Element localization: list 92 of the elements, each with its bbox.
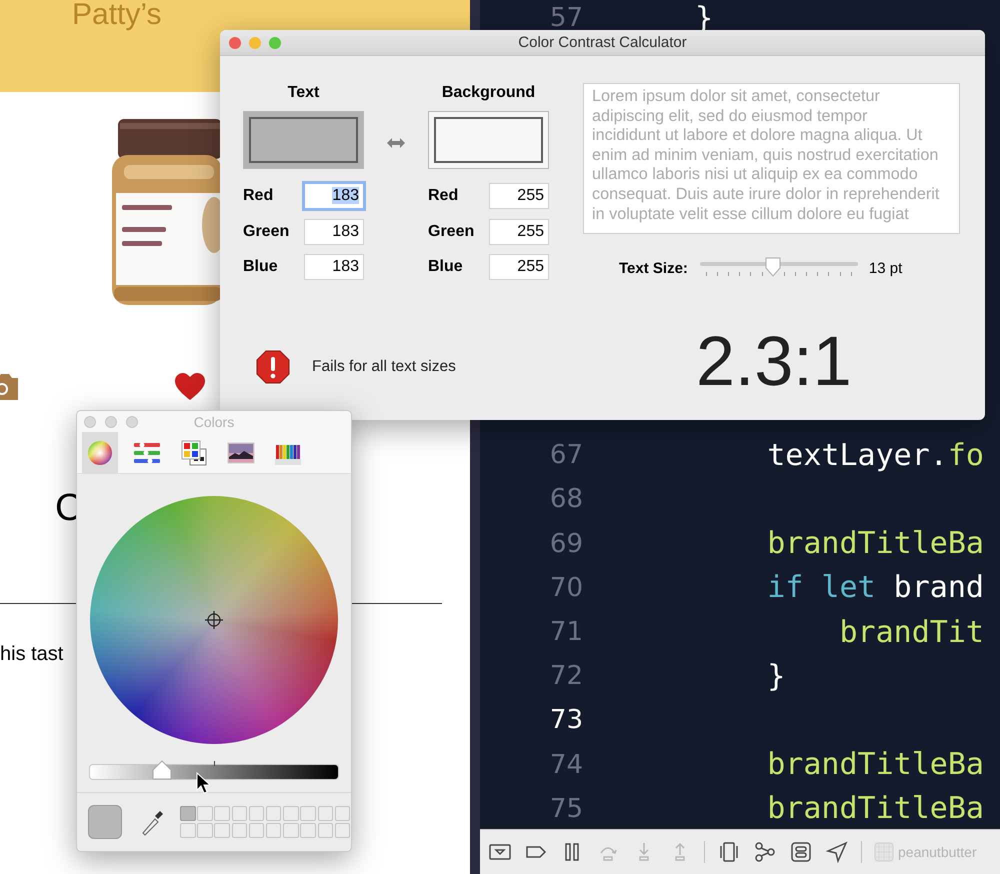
swatch[interactable] bbox=[318, 806, 333, 822]
field-label: Red bbox=[428, 187, 458, 205]
value-field[interactable]: 183 bbox=[304, 183, 364, 209]
swatch[interactable] bbox=[300, 806, 316, 822]
swatch[interactable] bbox=[232, 822, 248, 838]
field-label: Green bbox=[243, 222, 290, 240]
brand-title: Patty’s bbox=[71, 0, 162, 30]
body-text: his tast bbox=[0, 642, 64, 667]
sample-text-line: ullamco laboris nisi ut aliquip ex ea commodo bbox=[592, 165, 918, 185]
code-line: if let brand bbox=[766, 570, 984, 606]
line-number: 73 bbox=[548, 705, 583, 736]
crosshair-icon bbox=[204, 610, 224, 630]
toggles-icon[interactable] bbox=[789, 840, 813, 864]
swatch[interactable] bbox=[300, 822, 316, 838]
zoom-button[interactable] bbox=[269, 36, 281, 48]
swatch[interactable] bbox=[283, 806, 299, 822]
sample-text-line: in voluptate velit esse cillum dolore eu fugiat bbox=[592, 204, 909, 224]
column-heading: Text bbox=[288, 83, 320, 103]
swatch[interactable] bbox=[248, 806, 264, 822]
error-icon bbox=[256, 350, 290, 384]
line-number: 75 bbox=[548, 794, 583, 824]
swatch[interactable] bbox=[214, 822, 230, 838]
swatch[interactable] bbox=[180, 806, 196, 822]
close-button[interactable] bbox=[229, 36, 241, 48]
panel-title: Colors bbox=[194, 414, 234, 430]
code-line: brandTitleBa bbox=[766, 747, 984, 782]
result-message: Fails for all text sizes bbox=[312, 358, 456, 376]
cursor-icon bbox=[196, 772, 210, 794]
field-label: Red bbox=[243, 187, 274, 205]
swatch[interactable] bbox=[266, 822, 282, 838]
zoom-button[interactable] bbox=[126, 416, 138, 428]
code-line: } bbox=[766, 658, 786, 694]
swatch[interactable] bbox=[214, 806, 230, 822]
color-wheel-icon bbox=[86, 438, 114, 466]
text-size-label: Text Size: bbox=[619, 260, 688, 276]
line-number: 67 bbox=[548, 440, 583, 470]
text-size-slider[interactable] bbox=[700, 257, 858, 279]
swatch[interactable] bbox=[232, 806, 248, 822]
text-size-value: 13 pt bbox=[868, 260, 902, 276]
palette-icon bbox=[180, 438, 208, 466]
sample-text-line: incididunt ut labore et dolore magna aliqua. Ut bbox=[592, 126, 922, 146]
code-line: brandTitleBa bbox=[766, 791, 984, 826]
swatch[interactable] bbox=[334, 822, 350, 838]
contrast-ratio: 2.3:1 bbox=[695, 321, 852, 401]
slider-thumb[interactable] bbox=[764, 257, 781, 277]
line-number: 71 bbox=[548, 617, 583, 648]
code-line: brandTit bbox=[838, 614, 984, 650]
line-number: 74 bbox=[548, 750, 583, 780]
window-title: Color Contrast Calculator bbox=[518, 34, 687, 51]
minimize-button[interactable] bbox=[249, 36, 261, 48]
swatch[interactable] bbox=[266, 806, 282, 822]
value-field[interactable]: 183 bbox=[304, 254, 364, 280]
line-number: 72 bbox=[548, 661, 583, 692]
field-label: Blue bbox=[243, 258, 278, 276]
color-well[interactable] bbox=[88, 805, 122, 839]
swap-arrow-icon[interactable] bbox=[387, 138, 405, 148]
value-field[interactable]: 255 bbox=[489, 183, 549, 209]
slider-thumb[interactable] bbox=[150, 759, 173, 781]
code-line: textLayer.fo bbox=[766, 438, 984, 473]
field-label: Blue bbox=[428, 258, 463, 276]
value-field[interactable]: 255 bbox=[489, 254, 549, 280]
swatch[interactable] bbox=[334, 806, 350, 822]
value-field[interactable]: 255 bbox=[489, 218, 549, 244]
line-number: 57 bbox=[548, 3, 583, 34]
sample-text-line: Lorem ipsum dolor sit amet, consectetur bbox=[592, 87, 880, 107]
close-button[interactable] bbox=[84, 416, 96, 428]
code-line: brandTitleBa bbox=[766, 526, 984, 562]
swatch[interactable] bbox=[180, 822, 196, 838]
color-swatch[interactable] bbox=[428, 111, 549, 169]
column-heading: Background bbox=[442, 83, 536, 103]
nodes-icon[interactable] bbox=[753, 840, 777, 864]
swatch[interactable] bbox=[248, 822, 264, 838]
sample-text-area[interactable] bbox=[583, 83, 960, 234]
swatch[interactable] bbox=[318, 822, 333, 838]
paper-plane-icon[interactable] bbox=[825, 840, 849, 864]
minimize-button[interactable] bbox=[105, 416, 117, 428]
value-field[interactable]: 183 bbox=[304, 218, 364, 244]
camera-icon[interactable] bbox=[0, 372, 20, 402]
color-swatch[interactable] bbox=[243, 111, 364, 169]
grid-icon bbox=[874, 842, 894, 862]
line-number: 70 bbox=[548, 572, 583, 603]
field-label: Green bbox=[428, 222, 474, 240]
sample-text-line: adipiscing elit, sed do eiusmod tempor bbox=[592, 106, 868, 126]
line-number: 68 bbox=[548, 484, 583, 514]
sample-text-line: enim ad minim veniam, quis nostrud exercitation bbox=[592, 146, 938, 166]
swatch[interactable] bbox=[197, 806, 213, 822]
swatch[interactable] bbox=[283, 822, 299, 838]
sample-text-line: consequat. Duis aute irure dolor in reprehenderit bbox=[592, 184, 940, 205]
eyedropper-icon[interactable] bbox=[140, 808, 164, 836]
swatch[interactable] bbox=[197, 822, 213, 838]
line-number: 69 bbox=[548, 528, 583, 559]
heart-icon[interactable] bbox=[175, 373, 205, 401]
